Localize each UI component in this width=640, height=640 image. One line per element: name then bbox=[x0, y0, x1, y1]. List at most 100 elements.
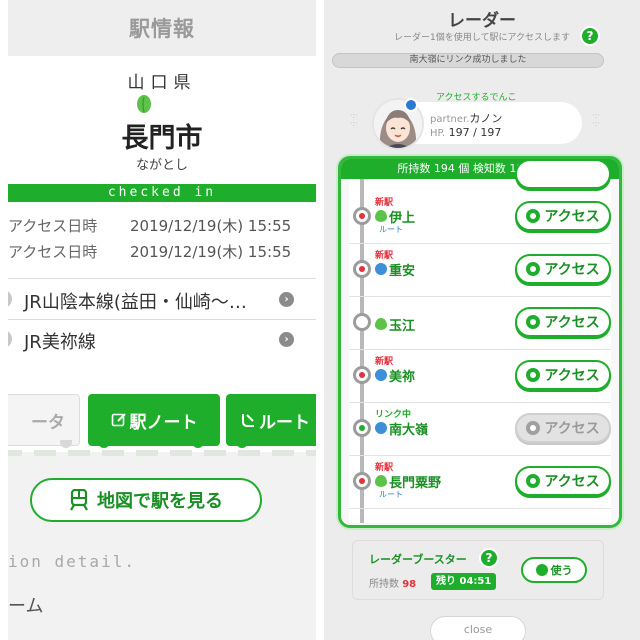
tab-data-label: ータ bbox=[31, 412, 65, 433]
use-booster-button[interactable]: 使う bbox=[521, 557, 587, 583]
access-icon bbox=[535, 564, 548, 576]
view-map-button[interactable]: 地図で駅を見る bbox=[30, 478, 262, 522]
route-node-icon bbox=[353, 207, 371, 225]
access-datetime: 2019/12/19(木) 15:55 bbox=[130, 243, 292, 261]
route-node-icon bbox=[353, 472, 371, 490]
access-button[interactable]: アクセス bbox=[515, 307, 611, 337]
access-icon bbox=[526, 209, 541, 223]
access-row: アクセス日時 2019/12/19(木) 15:55 bbox=[8, 241, 316, 265]
access-button[interactable]: アクセス bbox=[515, 413, 611, 443]
access-label: アクセス日時 bbox=[8, 217, 98, 235]
access-button[interactable]: アクセス bbox=[515, 201, 611, 231]
page-title: 駅情報 bbox=[129, 17, 195, 41]
leaf-icon bbox=[375, 318, 387, 330]
access-button-label: アクセス bbox=[544, 368, 600, 384]
leaf-icon bbox=[375, 210, 387, 222]
partner-type-badge-icon bbox=[404, 98, 418, 112]
tab-route-label: ルート bbox=[259, 412, 310, 433]
status-message: 南大嶺にリンク成功しました bbox=[332, 53, 604, 68]
drop-icon bbox=[375, 369, 387, 381]
station-row: 新駅 美祢 アクセス bbox=[349, 350, 611, 403]
access-row: アクセス日時 2019/12/19(木) 15:55 bbox=[8, 215, 316, 239]
drop-icon bbox=[375, 422, 387, 434]
line-color-marker bbox=[8, 290, 12, 308]
line-name: JR美祢線 bbox=[24, 332, 96, 353]
access-button[interactable] bbox=[515, 159, 611, 189]
access-button-label: アクセス bbox=[544, 315, 600, 331]
station-name[interactable]: 重安 bbox=[389, 260, 415, 279]
station-name[interactable]: 美祢 bbox=[389, 366, 415, 385]
radar-panel: レーダー レーダー1個を使用して駅にアクセスします ? 南大嶺にリンク成功しまし… bbox=[324, 0, 640, 640]
tab-note-label: 駅ノート bbox=[129, 412, 198, 433]
access-icon bbox=[526, 474, 541, 488]
header-bar: 駅情報 bbox=[8, 0, 316, 56]
partner-name: partner.カノン bbox=[430, 112, 503, 125]
access-icon bbox=[526, 262, 541, 276]
station-row: 新駅 伊上 ルート アクセス bbox=[349, 191, 611, 244]
line-item-mine[interactable]: JR美祢線 › bbox=[8, 320, 316, 360]
station-row: 玉江 アクセス bbox=[349, 297, 611, 350]
tab-station-note[interactable]: 駅ノート bbox=[88, 394, 220, 446]
access-button-label: アクセス bbox=[544, 474, 600, 490]
help-icon[interactable]: ? bbox=[580, 26, 600, 46]
line-item-sanin[interactable]: JR山陰本線(益田・仙崎～… › bbox=[8, 280, 316, 320]
line-name: JR山陰本線(益田・仙崎～… bbox=[24, 292, 247, 313]
access-icon bbox=[526, 421, 541, 435]
access-button-label: アクセス bbox=[544, 262, 600, 278]
chevron-right-icon: › bbox=[279, 332, 294, 347]
tab-data[interactable]: ータ bbox=[8, 394, 80, 446]
leaf-icon bbox=[375, 475, 387, 487]
access-datetime: 2019/12/19(木) 15:55 bbox=[130, 217, 292, 235]
close-button[interactable]: close bbox=[430, 616, 526, 640]
route-link[interactable]: ルート bbox=[379, 489, 403, 500]
station-row: リンク中 南大嶺 アクセス bbox=[349, 403, 611, 456]
checked-in-banner: checked in bbox=[8, 184, 316, 202]
access-button[interactable]: アクセス bbox=[515, 254, 611, 284]
access-icon bbox=[526, 368, 541, 382]
route-node-icon bbox=[353, 366, 371, 384]
line-color-marker bbox=[8, 330, 12, 348]
route-icon bbox=[242, 414, 254, 427]
view-map-label: 地図で駅を見る bbox=[97, 491, 223, 512]
booster-remaining-time: 残り 04:51 bbox=[431, 573, 497, 590]
drop-icon bbox=[375, 263, 387, 275]
sparkle-icon: ·:· ·:· bbox=[350, 111, 358, 128]
access-button[interactable]: アクセス bbox=[515, 466, 611, 496]
access-button-label: アクセス bbox=[544, 421, 600, 437]
booster-count: 所持数 98 bbox=[369, 579, 417, 590]
station-row: 新駅 長門粟野 ルート アクセス bbox=[349, 456, 611, 509]
tab-peg bbox=[98, 440, 110, 448]
booster-title: レーダーブースター bbox=[369, 553, 467, 566]
prefecture-label: 山口県 bbox=[127, 73, 197, 93]
decorative-stripes bbox=[8, 450, 316, 456]
route-node-icon bbox=[353, 419, 371, 437]
leaf-icon bbox=[137, 95, 151, 113]
route-node-icon bbox=[353, 260, 371, 278]
access-icon bbox=[526, 315, 541, 329]
partner-hp: HP. 197 / 197 bbox=[430, 126, 502, 139]
station-list[interactable]: 新駅 伊上 ルート アクセス 新駅 重安 アクセス 玉江 アクセス 新駅 美祢 アクセス リンク中 南大嶺… bbox=[349, 159, 611, 523]
station-name[interactable]: 南大嶺 bbox=[389, 419, 428, 438]
divider bbox=[8, 278, 316, 279]
route-node-icon bbox=[353, 313, 371, 331]
section-heading-detail: ion detail. bbox=[8, 552, 136, 571]
station-reading: ながとし bbox=[135, 158, 188, 173]
access-label: アクセス日時 bbox=[8, 243, 98, 261]
access-button-label: アクセス bbox=[544, 209, 600, 225]
train-icon bbox=[70, 489, 88, 511]
tab-route[interactable]: ルート bbox=[226, 394, 316, 446]
station-name[interactable]: 玉江 bbox=[389, 315, 415, 334]
station-name: 長門市 bbox=[121, 123, 203, 154]
sparkle-icon: ·:· ·:· bbox=[592, 111, 600, 128]
tab-peg bbox=[60, 440, 72, 448]
help-icon[interactable]: ? bbox=[479, 548, 499, 568]
tab-peg bbox=[236, 440, 248, 448]
radar-subtitle: レーダー1個を使用して駅にアクセスします bbox=[393, 33, 570, 43]
chevron-right-icon: › bbox=[279, 292, 294, 307]
route-link[interactable]: ルート bbox=[379, 224, 403, 235]
access-button[interactable]: アクセス bbox=[515, 360, 611, 390]
radar-booster-card: レーダーブースター ? 所持数 98 残り 04:51 使う bbox=[352, 540, 604, 600]
station-list-panel: 所持数 194 個 検知数 18(+6) 駅 新駅 伊上 ルート アクセス 新駅 重安 アク… bbox=[338, 156, 622, 528]
platform-label: ーム bbox=[8, 596, 44, 617]
edit-icon bbox=[111, 413, 126, 427]
